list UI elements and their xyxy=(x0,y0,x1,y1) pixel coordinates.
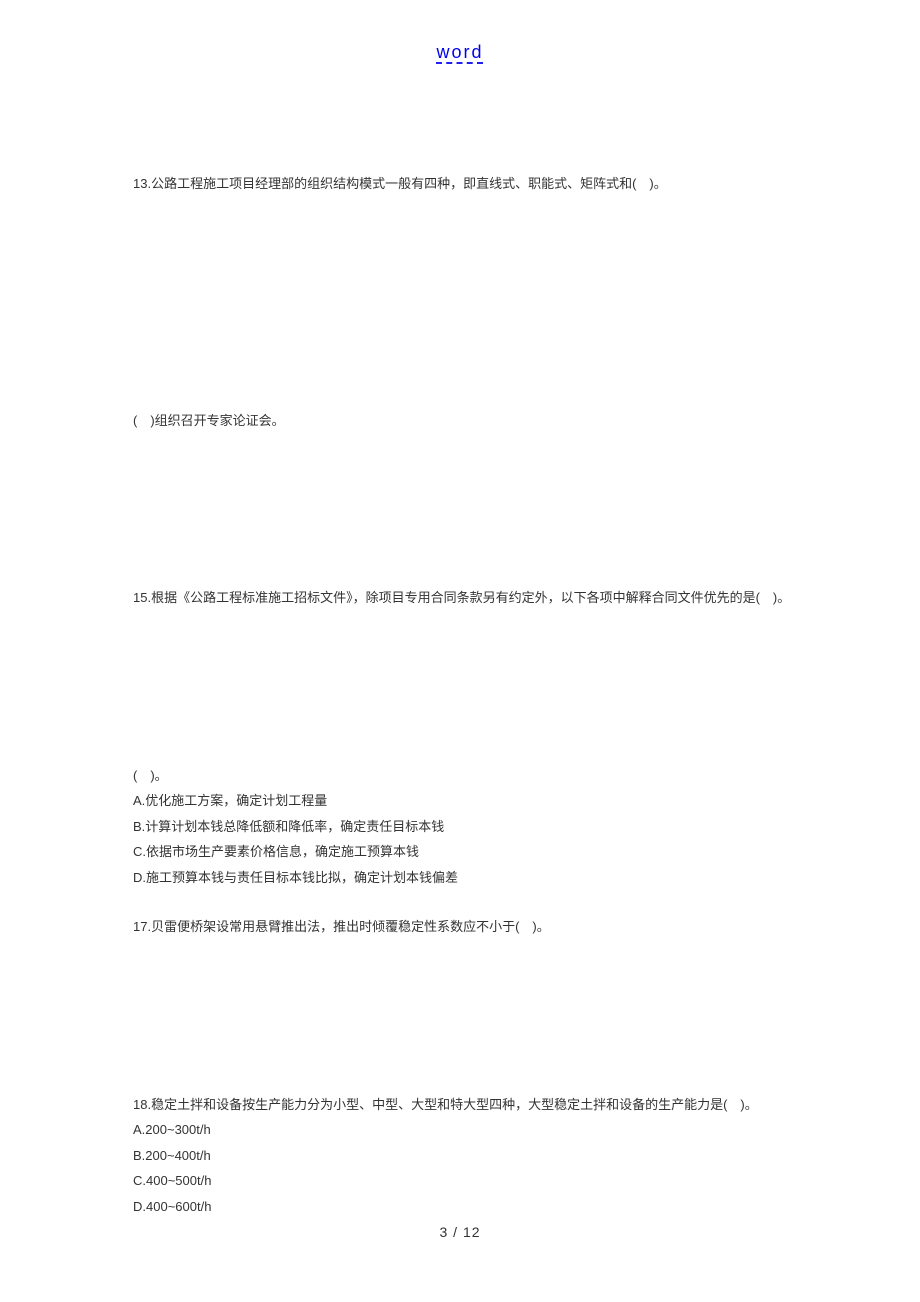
option-18-b: B.200~400t/h xyxy=(133,1146,813,1166)
question-15: 15.根据《公路工程标准施工招标文件》，除项目专用合同条款另有约定外，以下各项中… xyxy=(133,588,813,608)
option-18-c: C.400~500t/h xyxy=(133,1171,813,1191)
question-16-fragment: ( )。 xyxy=(133,766,813,786)
option-16-b: B.计算计划本钱总降低额和降低率，确定责任目标本钱 xyxy=(133,817,813,837)
question-16-options: A.优化施工方案，确定计划工程量 B.计算计划本钱总降低额和降低率，确定责任目标… xyxy=(133,791,813,887)
question-17: 17.贝雷便桥架设常用悬臂推出法，推出时倾覆稳定性系数应不小于( )。 xyxy=(133,917,813,937)
option-16-d: D.施工预算本钱与责任目标本钱比拟，确定计划本钱偏差 xyxy=(133,868,813,888)
question-18-options: A.200~300t/h B.200~400t/h C.400~500t/h D… xyxy=(133,1120,813,1216)
page-number: 3 / 12 xyxy=(0,1224,920,1240)
option-16-a: A.优化施工方案，确定计划工程量 xyxy=(133,791,813,811)
question-18: 18.稳定土拌和设备按生产能力分为小型、中型、大型和特大型四种，大型稳定土拌和设… xyxy=(133,1095,813,1115)
option-16-c: C.依据市场生产要素价格信息，确定施工预算本钱 xyxy=(133,842,813,862)
option-18-a: A.200~300t/h xyxy=(133,1120,813,1140)
question-14-fragment: ( )组织召开专家论证会。 xyxy=(133,411,813,431)
header-link[interactable]: word xyxy=(0,42,920,63)
page-content: 13.公路工程施工项目经理部的组织结构模式一般有四种，即直线式、职能式、矩阵式和… xyxy=(133,174,813,1222)
option-18-d: D.400~600t/h xyxy=(133,1197,813,1217)
question-13: 13.公路工程施工项目经理部的组织结构模式一般有四种，即直线式、职能式、矩阵式和… xyxy=(133,174,813,194)
